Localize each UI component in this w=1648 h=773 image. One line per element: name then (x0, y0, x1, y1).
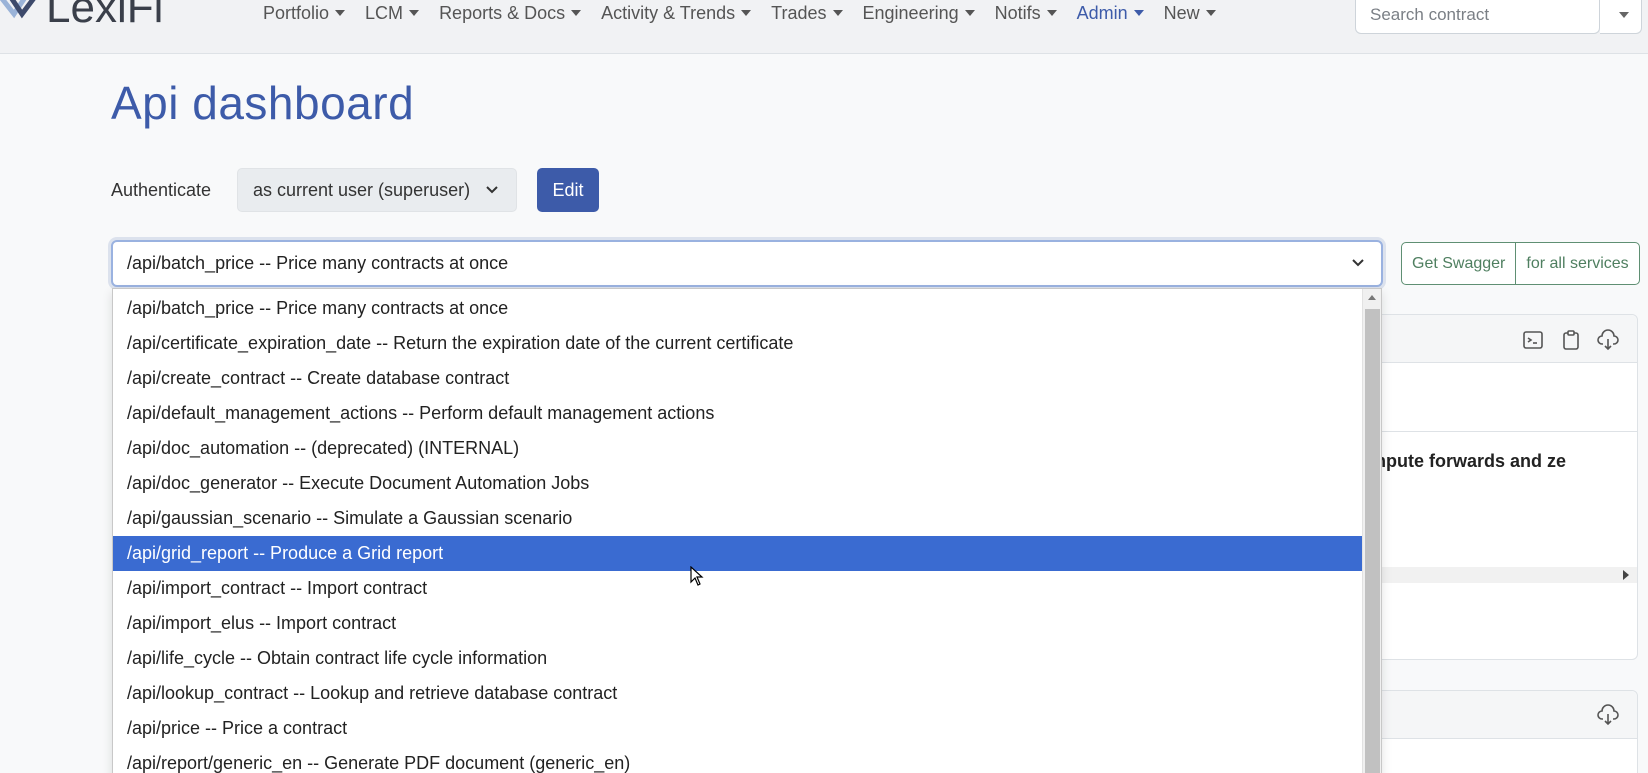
nav-trades[interactable]: Trades (761, 0, 852, 24)
nav-admin-label: Admin (1076, 3, 1128, 23)
authenticate-value: as current user (superuser) (253, 179, 471, 200)
endpoint-value: /api/batch_price -- Price many contracts… (127, 253, 509, 273)
terminal-icon[interactable] (1522, 329, 1544, 351)
dropdown-option[interactable]: /api/default_management_actions -- Perfo… (113, 396, 1363, 431)
nav-notifs[interactable]: Notifs (985, 0, 1067, 24)
caret-down-icon (409, 10, 420, 16)
authenticate-label: Authenticate (111, 180, 212, 200)
search-contract-input[interactable]: Search contract (1355, 0, 1600, 34)
dropdown-option[interactable]: /api/batch_price -- Price many contracts… (113, 291, 1363, 326)
caret-down-icon (832, 10, 843, 16)
get-swagger-button[interactable]: Get Swagger (1402, 243, 1515, 284)
dropdown-option[interactable]: /api/import_elus -- Import contract (113, 606, 1363, 641)
main-menu: Portfolio LCM Reports & Docs Activity & Tre… (253, 0, 1226, 24)
swagger-button-group: Get Swagger for all services (1401, 242, 1640, 285)
dropdown-option[interactable]: /api/gaussian_scenario -- Simulate a Gau… (113, 501, 1363, 536)
dropdown-option[interactable]: /api/create_contract -- Create database … (113, 361, 1363, 396)
dropdown-option[interactable]: /api/life_cycle -- Obtain contract life … (113, 641, 1363, 676)
logo-text: LexiFi (46, 0, 163, 32)
clipboard-icon[interactable] (1560, 329, 1582, 351)
caret-down-icon (964, 10, 975, 16)
nav-reports-docs-label: Reports & Docs (439, 3, 566, 23)
caret-down-icon (1133, 10, 1144, 16)
nav-new[interactable]: New (1154, 0, 1226, 24)
nav-notifs-label: Notifs (994, 3, 1041, 23)
dropdown-option[interactable]: /api/report/generic_en -- Generate PDF d… (113, 746, 1363, 773)
chevron-down-icon (1618, 11, 1629, 18)
endpoint-dropdown-list: /api/report/generic_en -- Generate PDF d… (112, 288, 1382, 773)
nav-activity-trends[interactable]: Activity & Trends (591, 0, 761, 24)
dropdown-option[interactable]: /api/doc_automation -- (deprecated) (INT… (113, 431, 1363, 466)
nav-engineering-label: Engineering (862, 3, 959, 23)
nav-admin[interactable]: Admin (1067, 0, 1154, 24)
nav-portfolio-label: Portfolio (263, 3, 330, 23)
caret-down-icon (335, 10, 346, 16)
chevron-down-icon (1352, 259, 1364, 267)
endpoint-select[interactable]: /api/batch_price -- Price many contracts… (111, 240, 1383, 287)
dropdown-option[interactable]: /api/grid_report -- Produce a Grid repor… (113, 536, 1363, 571)
swagger-all-services-button[interactable]: for all services (1515, 243, 1638, 284)
nav-activity-trends-label: Activity & Trends (601, 3, 736, 23)
cloud-download-icon[interactable] (1597, 329, 1619, 351)
caret-down-icon (1046, 10, 1057, 16)
caret-down-icon (741, 10, 752, 16)
dropdown-option[interactable]: /api/lookup_contract -- Lookup and retri… (113, 676, 1363, 711)
dropdown-option[interactable]: /api/certificate_expiration_date -- Retu… (113, 326, 1363, 361)
nav-portfolio[interactable]: Portfolio (253, 0, 355, 24)
dropdown-option[interactable]: /api/price -- Price a contract (113, 711, 1363, 746)
edit-button[interactable]: Edit (537, 168, 599, 212)
dropdown-option[interactable]: /api/import_contract -- Import contract (113, 571, 1363, 606)
scroll-up-icon[interactable] (1368, 295, 1376, 300)
dropdown-option[interactable]: /api/doc_generator -- Execute Document A… (113, 466, 1363, 501)
scroll-right-icon[interactable] (1623, 570, 1629, 580)
chevron-down-icon (486, 186, 498, 194)
nav-lcm[interactable]: LCM (355, 0, 429, 24)
nav-lcm-label: LCM (365, 3, 404, 23)
nav-trades-label: Trades (771, 3, 827, 23)
caret-down-icon (1205, 10, 1216, 16)
nav-new-label: New (1163, 3, 1200, 23)
page-title: Api dashboard (111, 77, 415, 129)
authenticate-select[interactable]: as current user (superuser) (237, 168, 517, 212)
lexifi-logo[interactable]: LexiFi (0, 0, 210, 36)
caret-down-icon (571, 10, 582, 16)
search-dropdown-toggle[interactable] (1600, 0, 1642, 34)
top-navbar: LexiFi Portfolio LCM Reports & Docs Activit… (0, 0, 1648, 54)
scrollbar-thumb[interactable] (1365, 309, 1380, 773)
search-placeholder: Search contract (1370, 4, 1490, 24)
dropdown-scrollbar[interactable] (1362, 289, 1381, 773)
mouse-cursor-icon (690, 566, 704, 586)
nav-reports-docs[interactable]: Reports & Docs (429, 0, 591, 24)
nav-engineering[interactable]: Engineering (853, 0, 985, 24)
cloud-download-icon[interactable] (1597, 704, 1619, 726)
